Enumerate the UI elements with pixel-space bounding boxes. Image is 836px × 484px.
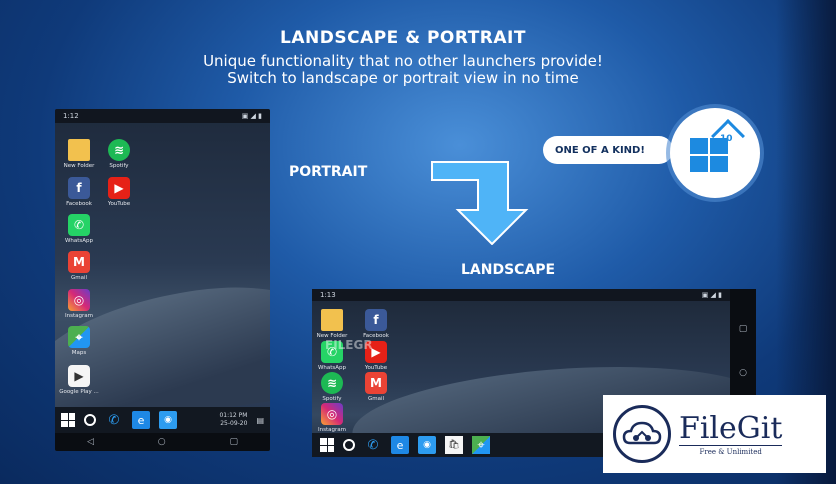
maps-icon: ⌖ [68,326,90,348]
status-time: 1:12 [63,112,79,120]
app-youtube[interactable]: ▶ YouTube [99,177,139,207]
folder-icon [321,309,343,331]
app-label: YouTube [107,201,131,207]
recents-icon[interactable]: ▢ [739,324,748,334]
instagram-icon: ◎ [68,289,90,311]
gmail-icon: M [365,372,387,394]
windows-10-badge: 10 [670,108,760,198]
recents-icon[interactable]: ▢ [230,437,239,447]
filegit-logo: FileGit Free & Unlimited [603,395,826,473]
watermark-text: FILEGR [325,338,373,352]
cortana-icon[interactable] [343,439,355,451]
app-label: YouTube [364,365,388,371]
maps-icon[interactable]: ⌖ [472,436,490,454]
app-label: Google Play ... [59,389,99,395]
subtitle-line-1: Unique functionality that no other launc… [203,52,603,70]
filegit-tagline: Free & Unlimited [679,444,783,456]
home-icon[interactable]: ○ [739,368,747,378]
app-label: Maps [71,350,87,356]
phone-icon[interactable]: ✆ [364,436,382,454]
portrait-phone-screen: 1:12 ▣ ◢ ▮ New Folder ≋ Spotify f Facebo… [55,109,270,451]
status-time: 1:13 [320,291,336,299]
portrait-label: PORTRAIT [289,164,368,180]
app-maps[interactable]: ⌖ Maps [59,326,99,356]
app-instagram[interactable]: ◎ Instagram [312,403,352,433]
whatsapp-icon: ✆ [68,214,90,236]
camera-icon[interactable]: ◉ [418,436,436,454]
landscape-label: LANDSCAPE [461,262,556,278]
folder-icon [68,139,90,161]
status-bar: 1:12 ▣ ◢ ▮ [55,109,270,123]
gmail-icon: M [68,251,90,273]
subtitle-line-2: Switch to landscape or portrait view in … [227,69,579,87]
camera-icon[interactable]: ◉ [159,411,177,429]
app-google-play[interactable]: ▶ Google Play ... [59,365,99,395]
clock-date: 25-09-20 [220,420,248,427]
app-facebook[interactable]: f Facebook [59,177,99,207]
filegit-cloud-icon [613,405,671,463]
windows-start-icon[interactable] [320,438,334,452]
app-spotify[interactable]: ≋ Spotify [99,139,139,169]
status-icons: ▣ ◢ ▮ [701,291,722,299]
cortana-icon[interactable] [84,414,96,426]
app-gmail[interactable]: M Gmail [356,372,396,402]
status-bar: 1:13 ▣ ◢ ▮ [312,289,730,301]
app-label: Gmail [367,396,385,402]
clock-time: 01:12 PM [219,412,248,419]
android-nav-bar: ◁ ○ ▢ [55,433,270,451]
app-new-folder[interactable]: New Folder [312,309,352,339]
app-instagram[interactable]: ◎ Instagram [59,289,99,319]
edge-browser-icon[interactable]: e [132,411,150,429]
facebook-icon: f [365,309,387,331]
google-play-icon: ▶ [68,365,90,387]
app-spotify[interactable]: ≋ Spotify [312,372,352,402]
facebook-icon: f [68,177,90,199]
page-title: LANDSCAPE & PORTRAIT [280,28,526,48]
app-facebook[interactable]: f Facebook [356,309,396,339]
app-whatsapp[interactable]: ✆ WhatsApp [59,214,99,244]
app-label: Facebook [66,201,92,207]
phone-icon[interactable]: ✆ [105,411,123,429]
app-new-folder[interactable]: New Folder [59,139,99,169]
app-label: New Folder [63,163,95,169]
instagram-icon: ◎ [321,403,343,425]
app-label: Spotify [109,163,129,169]
app-label: Instagram [65,313,93,319]
app-label: WhatsApp [317,365,347,371]
spotify-icon: ≋ [108,139,130,161]
store-icon[interactable]: 🛍 [445,436,463,454]
windows-start-icon[interactable] [61,413,75,427]
edge-browser-icon[interactable]: e [391,436,409,454]
status-icons: ▣ ◢ ▮ [241,112,262,120]
app-label: WhatsApp [64,238,94,244]
filegit-name: FileGit [679,410,783,446]
app-gmail[interactable]: M Gmail [59,251,99,281]
app-label: Spotify [322,396,342,402]
taskbar-clock: 01:12 PM 25-09-20 [219,412,247,428]
taskbar: ✆ e ◉ 01:12 PM 25-09-20 ▤ [55,407,270,433]
one-of-a-kind-badge: ONE OF A KIND! [543,136,673,164]
back-icon[interactable]: ◁ [87,437,94,447]
rotate-arrow-icon [431,161,529,245]
youtube-icon: ▶ [108,177,130,199]
notification-icon[interactable]: ▤ [256,416,264,425]
windows-version-number: 10 [720,134,733,144]
app-label: Gmail [70,275,88,281]
home-icon[interactable]: ○ [158,437,166,447]
windows-10-logo-icon: 10 [690,119,745,176]
spotify-icon: ≋ [321,372,343,394]
